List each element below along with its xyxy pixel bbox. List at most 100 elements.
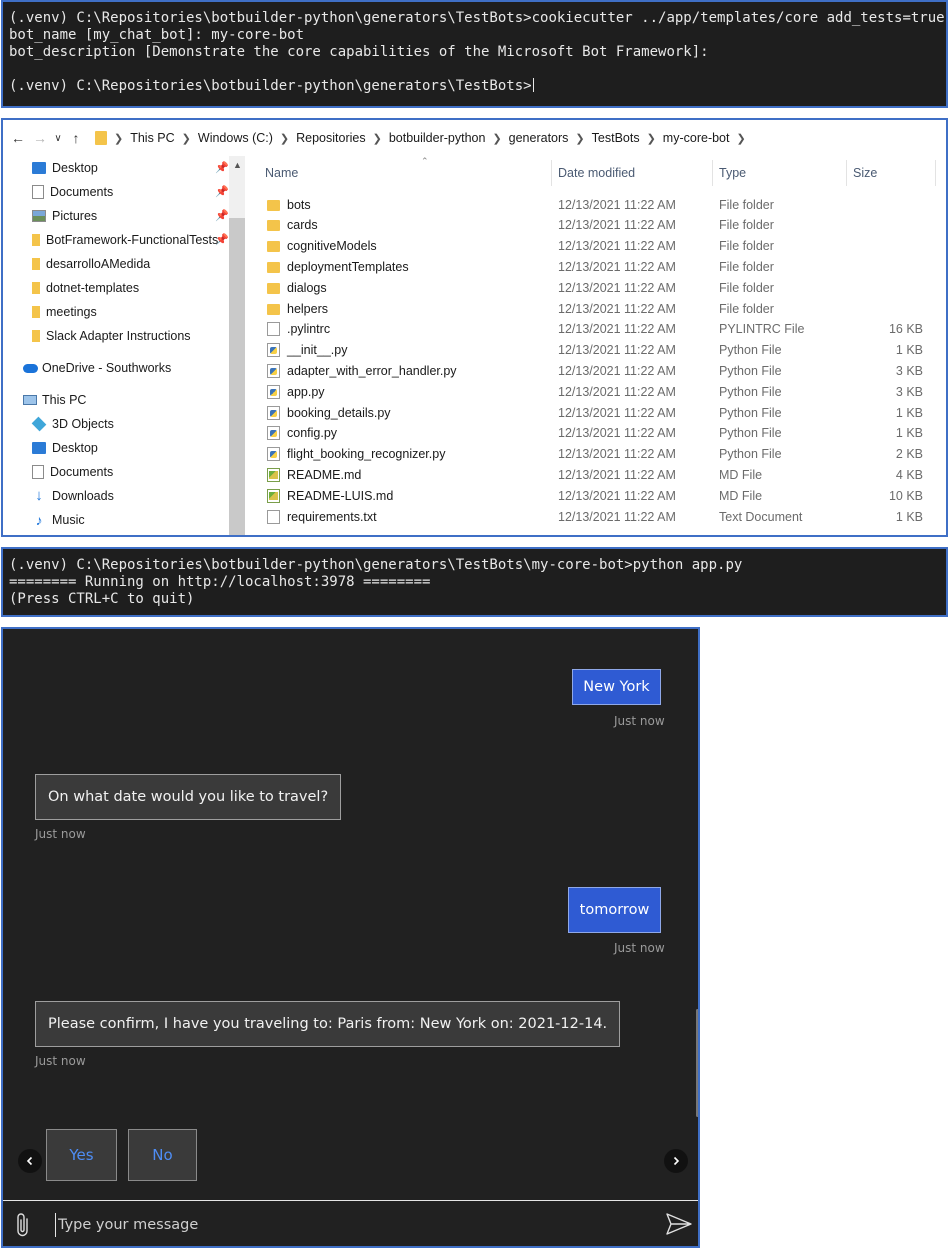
navigation-pane-scrollbar[interactable]: ▲	[229, 156, 245, 535]
nav-item-documents[interactable]: Documents	[32, 181, 113, 203]
scroll-up-icon[interactable]: ▲	[233, 160, 242, 170]
folder-icon	[267, 220, 280, 232]
file-row[interactable]: bots 12/13/2021 11:22 AM File folder	[245, 194, 946, 215]
breadcrumb-repositories[interactable]: Repositories	[296, 131, 365, 145]
file-explorer-window: ← → ∨ ↑ ❯ This PC ❯ Windows (C:) ❯ Repos…	[1, 118, 948, 537]
nav-item-downloads[interactable]: ↓ Downloads	[32, 485, 114, 507]
column-divider[interactable]	[846, 160, 847, 186]
file-row[interactable]: booking_details.py 12/13/2021 11:22 AM Pyt…	[245, 402, 946, 423]
pin-icon[interactable]: 📌	[215, 233, 229, 246]
chevron-right-icon[interactable]: ❯	[114, 132, 123, 145]
nav-item-botframework-functionaltests[interactable]: BotFramework-FunctionalTests	[32, 229, 218, 251]
terminal-cookiecutter[interactable]: (.venv) C:\Repositories\botbuilder-pytho…	[1, 0, 948, 108]
back-arrow-icon[interactable]: ←	[7, 127, 29, 149]
folder-icon	[267, 303, 280, 315]
folder-icon	[32, 234, 40, 246]
desktop-icon	[32, 162, 46, 174]
file-row[interactable]: dialogs 12/13/2021 11:22 AM File folder	[245, 277, 946, 298]
nav-item-desktop[interactable]: Desktop	[32, 157, 98, 179]
nav-item-3d-objects[interactable]: 3D Objects	[31, 413, 114, 435]
nav-item-this-pc[interactable]: This PC	[23, 389, 86, 411]
column-header-type[interactable]: Type	[719, 160, 746, 186]
file-row[interactable]: cards 12/13/2021 11:22 AM File folder	[245, 215, 946, 236]
message-input[interactable]	[55, 1213, 655, 1237]
chevron-right-icon[interactable]: ❯	[182, 132, 191, 145]
nav-item-pictures[interactable]: Pictures	[32, 205, 97, 227]
suggested-action-yes-button[interactable]: Yes	[46, 1129, 117, 1181]
file-row[interactable]: .pylintrc 12/13/2021 11:22 AM PYLINTRC Fil…	[245, 319, 946, 340]
nav-item-dotnet-templates[interactable]: dotnet-templates	[32, 277, 139, 299]
column-header-date-modified[interactable]: Date modified	[558, 160, 635, 186]
file-row[interactable]: __init__.py 12/13/2021 11:22 AM Python Fil…	[245, 340, 946, 361]
recent-locations-chevron-icon[interactable]: ∨	[51, 127, 65, 149]
file-size: 10 KB	[888, 488, 923, 503]
file-row[interactable]: config.py 12/13/2021 11:22 AM Python File 1…	[245, 423, 946, 444]
breadcrumb[interactable]: ❯ This PC ❯ Windows (C:) ❯ Repositories …	[95, 120, 753, 156]
scrollbar-thumb[interactable]	[229, 218, 245, 535]
breadcrumb-botbuilder-python[interactable]: botbuilder-python	[389, 131, 486, 145]
nav-item-slack-adapter-instructions[interactable]: Slack Adapter Instructions	[32, 325, 191, 347]
nav-item-desktop-pc[interactable]: Desktop	[32, 437, 98, 459]
terminal-bot-server[interactable]: (.venv) C:\Repositories\botbuilder-pytho…	[1, 547, 948, 617]
chevron-right-icon[interactable]: ❯	[373, 132, 382, 145]
pin-icon[interactable]: 📌	[215, 161, 229, 174]
user-message-bubble: New York	[572, 669, 661, 705]
column-divider[interactable]	[551, 160, 552, 186]
pin-icon[interactable]: 📌	[215, 209, 229, 222]
column-header-size[interactable]: Size	[853, 160, 877, 186]
breadcrumb-windows-c[interactable]: Windows (C:)	[198, 131, 273, 145]
file-date-modified: 12/13/2021 11:22 AM	[558, 322, 676, 337]
pin-icon[interactable]: 📌	[215, 185, 229, 198]
file-type: MD File	[719, 488, 763, 503]
nav-item-music[interactable]: ♪ Music	[32, 509, 85, 531]
chevron-right-icon[interactable]: ❯	[280, 132, 289, 145]
python-file-icon	[267, 343, 280, 358]
chevron-right-icon[interactable]	[664, 1149, 688, 1173]
file-row[interactable]: app.py 12/13/2021 11:22 AM Python File 3 KB	[245, 381, 946, 402]
paperclip-icon[interactable]	[13, 1211, 33, 1239]
file-row[interactable]: deploymentTemplates 12/13/2021 11:22 AM Fi…	[245, 256, 946, 277]
file-name-cell: README.md	[267, 467, 362, 482]
file-row[interactable]: README.md 12/13/2021 11:22 AM MD File 4 KB	[245, 464, 946, 485]
file-name: README.md	[287, 467, 362, 482]
file-row[interactable]: adapter_with_error_handler.py 12/13/2021 …	[245, 360, 946, 381]
file-row[interactable]: helpers 12/13/2021 11:22 AM File folder	[245, 298, 946, 319]
file-row[interactable]: flight_booking_recognizer.py 12/13/2021 1…	[245, 444, 946, 465]
file-row[interactable]: README-LUIS.md 12/13/2021 11:22 AM MD File…	[245, 485, 946, 506]
up-arrow-icon[interactable]: ↑	[65, 127, 87, 149]
file-type: Python File	[719, 405, 782, 420]
chevron-right-icon[interactable]: ❯	[575, 132, 584, 145]
file-date-modified: 12/13/2021 11:22 AM	[558, 259, 676, 274]
pictures-icon	[32, 210, 46, 222]
music-icon: ♪	[35, 512, 43, 528]
breadcrumb-generators[interactable]: generators	[509, 131, 569, 145]
file-name: cards	[287, 218, 318, 233]
breadcrumb-testbots[interactable]: TestBots	[592, 131, 640, 145]
chevron-right-icon[interactable]: ❯	[492, 132, 501, 145]
column-divider[interactable]	[712, 160, 713, 186]
breadcrumb-my-core-bot[interactable]: my-core-bot	[663, 131, 730, 145]
navigation-pane: Desktop 📌 Documents 📌 Pictures 📌 BotFram…	[3, 156, 229, 535]
nav-item-desarrolloamedida[interactable]: desarrolloAMedida	[32, 253, 150, 275]
file-date-modified: 12/13/2021 11:22 AM	[558, 301, 676, 316]
file-date-modified: 12/13/2021 11:22 AM	[558, 488, 676, 503]
column-header-name[interactable]: Name ⌃	[265, 156, 551, 186]
chevron-right-icon[interactable]: ❯	[736, 132, 745, 145]
column-divider[interactable]	[935, 160, 936, 186]
chat-scrollbar[interactable]	[696, 1009, 698, 1117]
file-type: File folder	[719, 239, 774, 254]
forward-arrow-icon[interactable]: →	[29, 127, 51, 149]
nav-item-documents-pc[interactable]: Documents	[32, 461, 113, 483]
send-icon[interactable]	[666, 1213, 692, 1235]
file-date-modified: 12/13/2021 11:22 AM	[558, 218, 676, 233]
desktop-icon	[32, 442, 46, 454]
chevron-right-icon[interactable]: ❯	[647, 132, 656, 145]
suggested-action-no-button[interactable]: No	[128, 1129, 197, 1181]
nav-item-onedrive[interactable]: OneDrive - Southworks	[23, 357, 171, 379]
nav-item-meetings[interactable]: meetings	[32, 301, 97, 323]
file-name: flight_booking_recognizer.py	[287, 447, 446, 462]
file-row[interactable]: cognitiveModels 12/13/2021 11:22 AM File f…	[245, 236, 946, 257]
file-row[interactable]: requirements.txt 12/13/2021 11:22 AM Text …	[245, 506, 946, 527]
breadcrumb-this-pc[interactable]: This PC	[130, 131, 174, 145]
chevron-left-icon[interactable]	[18, 1149, 42, 1173]
